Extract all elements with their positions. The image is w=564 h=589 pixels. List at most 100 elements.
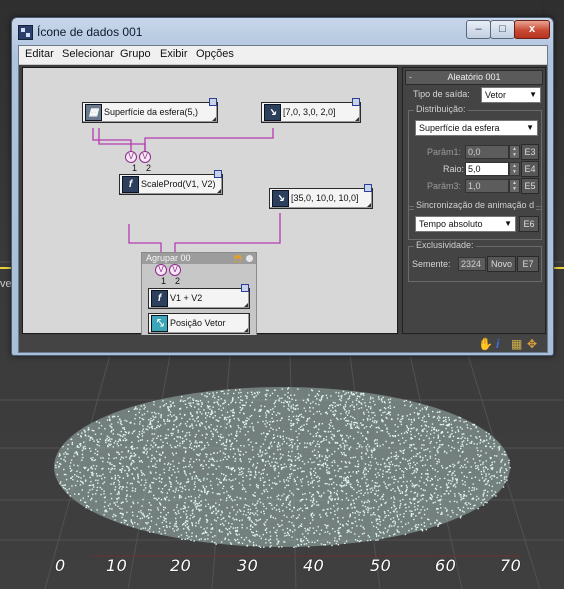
sync-e-button[interactable]: E6: [519, 216, 539, 232]
seed-value: 2324: [461, 259, 482, 269]
ruler-tick-0: 0: [55, 556, 66, 575]
param3-label: Parâm3:: [427, 181, 462, 191]
vector-icon: ↘: [264, 104, 281, 121]
folder-icon[interactable]: ⬒: [233, 254, 242, 263]
param3-field[interactable]: 1,0: [465, 179, 509, 193]
output-type-dropdown[interactable]: Vetor ▼: [481, 87, 541, 103]
menu-grupo[interactable]: Grupo: [120, 48, 151, 60]
node-vector-1[interactable]: ↘ [7,0, 3,0, 2,0]: [261, 98, 361, 123]
radius-label: Raio:: [443, 164, 465, 174]
param3-e-button[interactable]: E5: [521, 178, 539, 194]
chevron-down-icon: ▼: [526, 123, 534, 132]
close-button[interactable]: x: [514, 20, 550, 39]
node-add-label: V1 + V2: [170, 293, 203, 303]
animation-sync-value: Tempo absoluto: [419, 219, 483, 229]
vector-icon: ↘: [272, 190, 289, 207]
node-scaleprod[interactable]: f ScaleProd(V1, V2): [119, 170, 223, 195]
output-type-value: Vetor: [485, 90, 507, 100]
maximize-button[interactable]: □: [490, 20, 515, 39]
param1-e-button[interactable]: E3: [521, 144, 539, 160]
node-resize-corner: [217, 189, 221, 193]
move-icon[interactable]: ✥: [527, 337, 537, 351]
menu-bar: Editar Selecionar Grupo Exibir Opções: [19, 46, 547, 65]
group-title-bar[interactable]: Agrupar 00 ⬒: [142, 253, 256, 264]
param3-value: 1,0: [468, 181, 481, 191]
menu-exibir[interactable]: Exibir: [160, 48, 188, 60]
group-title: Agrupar 00: [146, 253, 191, 263]
seed-field[interactable]: 2324: [458, 257, 486, 271]
collapse-icon[interactable]: -: [409, 71, 412, 84]
sphere-surface-icon: ▦: [85, 104, 102, 121]
radius-e-button[interactable]: E4: [521, 161, 539, 177]
menu-selecionar[interactable]: Selecionar: [62, 48, 114, 60]
node-scaleprod-label: ScaleProd(V1, V2): [141, 179, 216, 189]
node-resize-corner: [244, 328, 248, 332]
input-port-v1[interactable]: V: [125, 151, 137, 163]
node-output-port[interactable]: [352, 98, 360, 106]
distribution-value: Superfície da esfera: [419, 123, 500, 133]
node-sphere-surface[interactable]: ▦ Superfície da esfera(5,): [82, 98, 218, 123]
menu-opcoes[interactable]: Opções: [196, 48, 234, 60]
chevron-down-icon: ▼: [529, 90, 537, 99]
title-bar[interactable]: Ícone de dados 001 – □ x: [12, 18, 553, 46]
node-output-port[interactable]: [241, 284, 249, 292]
new-seed-button[interactable]: Novo: [487, 256, 516, 272]
seed-label: Semente:: [412, 259, 451, 269]
group-toggle-icon[interactable]: [246, 255, 253, 262]
ruler-tick-40: 40: [303, 556, 325, 575]
node-output-port[interactable]: [209, 98, 217, 106]
param1-field[interactable]: 0,0: [465, 145, 509, 159]
node-resize-corner: [212, 117, 216, 121]
radius-field[interactable]: 5,0: [465, 162, 509, 176]
port-number-1: 1: [161, 276, 167, 286]
exclusivity-label: Exclusividade:: [414, 240, 476, 250]
function-icon: f: [151, 290, 168, 307]
ruler-tick-10: 10: [106, 556, 128, 575]
param1-spinner[interactable]: ▲ ▼: [509, 145, 520, 159]
node-output-port[interactable]: [214, 170, 222, 178]
node-vector-2-label: [35,0, 10,0, 10,0]: [291, 193, 359, 203]
info-icon[interactable]: i: [496, 337, 499, 351]
node-graph-canvas[interactable]: ▦ Superfície da esfera(5,) ↘ [7,0, 3,0, …: [22, 67, 398, 346]
node-position-vector-label: Posição Vetor: [170, 318, 226, 328]
seed-e-button[interactable]: E7: [517, 256, 539, 272]
grid-icon[interactable]: ▦: [511, 337, 522, 351]
input-port-v2[interactable]: V: [139, 151, 151, 163]
chevron-down-icon: ▼: [504, 219, 512, 228]
window-title: Ícone de dados 001: [37, 25, 143, 39]
ruler-tick-60: 60: [435, 556, 457, 575]
animation-sync-label: Sincronização de animação d: [414, 200, 537, 210]
node-vector-2[interactable]: ↘ [35,0, 10,0, 10,0]: [269, 184, 373, 209]
function-icon: f: [122, 176, 139, 193]
data-icon-window: Ícone de dados 001 – □ x Editar Selecion…: [11, 17, 554, 356]
radius-spinner[interactable]: ▲ ▼: [509, 162, 520, 176]
node-resize-corner: [244, 303, 248, 307]
rollout-title: Aleatório 001: [447, 72, 501, 82]
node-sphere-surface-label: Superfície da esfera(5,): [104, 107, 199, 117]
radius-value: 5,0: [468, 164, 481, 174]
input-port-v2[interactable]: V: [169, 264, 181, 276]
parameters-panel: - Aleatório 001 Tipo de saída: Vetor ▼ D…: [402, 67, 546, 334]
node-resize-corner: [355, 117, 359, 121]
animation-sync-dropdown[interactable]: Tempo absoluto ▼: [415, 216, 516, 232]
rollout-header-aleatorio[interactable]: - Aleatório 001: [405, 70, 543, 85]
node-position-vector[interactable]: ⤡ Posição Vetor: [148, 313, 250, 334]
port-number-2: 2: [175, 276, 181, 286]
minimize-button[interactable]: –: [466, 20, 491, 39]
node-vector-1-label: [7,0, 3,0, 2,0]: [283, 107, 336, 117]
hand-icon[interactable]: ✋: [478, 337, 493, 351]
menu-editar[interactable]: Editar: [25, 48, 54, 60]
param1-value: 0,0: [468, 147, 481, 157]
ruler-tick-20: 20: [170, 556, 192, 575]
distribution-dropdown[interactable]: Superfície da esfera ▼: [415, 120, 538, 136]
node-add[interactable]: f V1 + V2: [148, 284, 250, 309]
status-bar: ✋ i ▦ ✥: [19, 335, 547, 352]
node-output-port[interactable]: [364, 184, 372, 192]
position-output-icon: ⤡: [151, 315, 168, 332]
distribution-label: Distribuição:: [414, 104, 468, 114]
output-type-label: Tipo de saída:: [413, 89, 470, 99]
app-icon: [18, 25, 33, 40]
param3-spinner[interactable]: ▲ ▼: [509, 179, 520, 193]
ruler-tick-70: 70: [500, 556, 522, 575]
input-port-v1[interactable]: V: [155, 264, 167, 276]
